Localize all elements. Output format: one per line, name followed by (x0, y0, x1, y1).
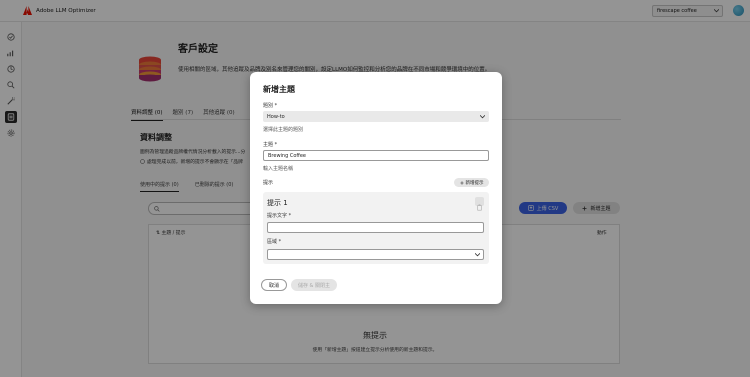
prompt-card-title: 提示 1 (267, 199, 288, 207)
cancel-button[interactable]: 取消 (261, 279, 287, 291)
category-help: 選擇此主題的題別 (263, 127, 304, 133)
topic-input-value: Brewing Coffee (268, 152, 307, 159)
prompt-text-label: 提示文字 * (267, 213, 292, 219)
topic-label: 主題 * (263, 142, 278, 148)
save-and-close-button[interactable]: 儲存 & 關閉主 (291, 279, 337, 291)
topic-input[interactable]: Brewing Coffee (263, 150, 489, 161)
category-label: 題別 * (263, 103, 278, 109)
trash-icon (477, 204, 482, 211)
add-prompt-label: 新增提示 (465, 180, 484, 186)
add-topic-dialog: 新增主題 題別 * How-to 選擇此主題的題別 主題 * Brewing C… (250, 72, 502, 304)
prompt-card: 提示 1 提示文字 * 區域 * (263, 192, 489, 264)
region-select[interactable] (267, 249, 484, 260)
region-label: 區域 * (267, 239, 282, 245)
prompt-text-input[interactable] (267, 222, 484, 233)
chevron-down-icon (480, 114, 485, 118)
category-select[interactable]: How-to (263, 111, 489, 122)
topic-help: 輸入主題名稱 (263, 166, 294, 172)
delete-prompt-button[interactable] (475, 197, 484, 211)
chevron-down-icon (475, 252, 480, 256)
prompts-label: 提示 (263, 180, 274, 186)
plus-icon (459, 180, 464, 185)
category-select-value: How-to (267, 113, 285, 120)
add-prompt-button[interactable]: 新增提示 (454, 178, 489, 187)
dialog-title: 新增主題 (263, 85, 295, 94)
